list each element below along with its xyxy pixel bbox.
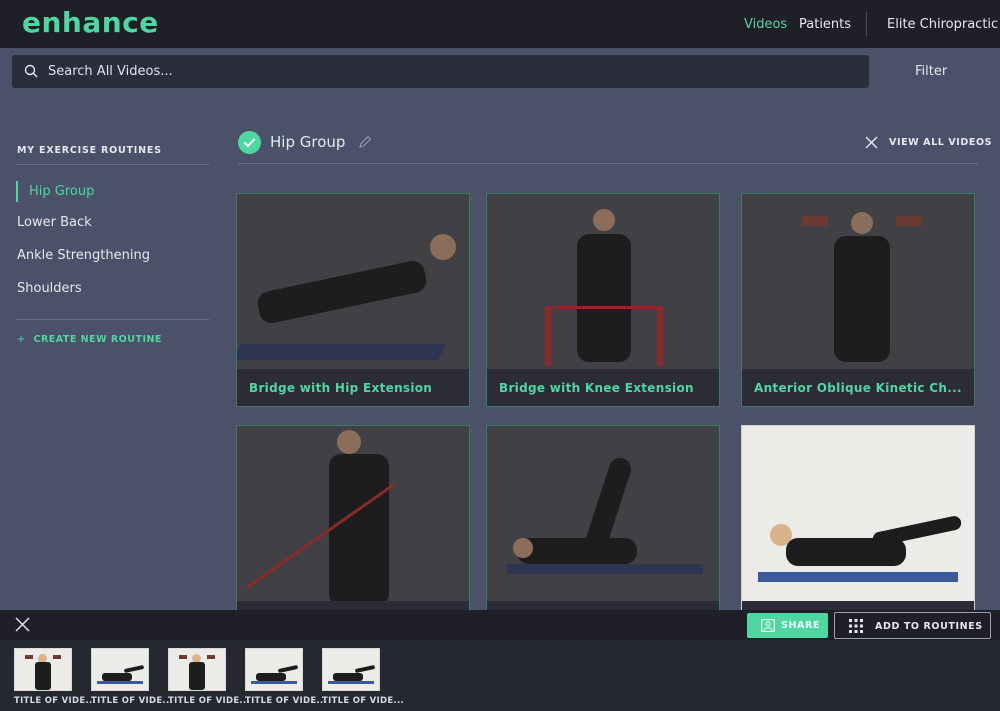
sidebar-item-ankle-strengthening[interactable]: Ankle Strengthening (17, 248, 150, 263)
video-title: Bridge with Knee Extension (499, 381, 694, 395)
video-card[interactable] (741, 425, 975, 639)
video-caption: Anterior Oblique Kinetic Ch... (742, 369, 974, 406)
pencil-icon[interactable] (358, 135, 372, 149)
video-thumbnail (487, 426, 719, 601)
share-icon (761, 619, 775, 632)
search-input[interactable] (40, 60, 656, 82)
share-label: SHARE (781, 620, 820, 631)
tray-item[interactable]: TITLE OF VIDE... (168, 648, 251, 706)
close-icon[interactable] (865, 136, 878, 149)
tray-thumbnail (14, 648, 72, 691)
video-caption: Bridge with Knee Extension (487, 369, 719, 406)
tray-item-label: TITLE OF VIDE... (245, 696, 328, 706)
tray-item[interactable]: TITLE OF VIDE... (322, 648, 405, 706)
video-thumbnail (742, 426, 974, 601)
add-to-routines-label: ADD TO ROUTINES (875, 621, 983, 632)
plus-icon: + (17, 334, 26, 345)
tray-thumbnail (168, 648, 226, 691)
filter-button[interactable]: Filter (915, 64, 947, 79)
video-card[interactable] (486, 425, 720, 639)
nav-videos[interactable]: Videos (744, 17, 787, 32)
active-indicator (16, 181, 18, 202)
sidebar-title: MY EXERCISE ROUTINES (17, 145, 162, 156)
video-card[interactable]: Bridge with Hip Extension (236, 193, 470, 407)
divider (16, 319, 209, 320)
tray-thumbnail (91, 648, 149, 691)
sidebar-item-lower-back[interactable]: Lower Back (17, 215, 92, 230)
video-title: Bridge with Hip Extension (249, 381, 433, 395)
nav-practice[interactable]: Elite Chiropractic (887, 17, 998, 32)
grid-icon (849, 619, 863, 633)
tray-thumbnail (322, 648, 380, 691)
add-to-routines-button[interactable]: ADD TO ROUTINES (834, 612, 991, 639)
video-card[interactable]: Anterior Oblique Kinetic Ch... (741, 193, 975, 407)
sidebar-item-hip-group[interactable]: Hip Group (29, 184, 94, 199)
tray-item[interactable]: TITLE OF VIDE... (245, 648, 328, 706)
tray-item-label: TITLE OF VIDE... (14, 696, 97, 706)
nav-patients[interactable]: Patients (799, 17, 851, 32)
video-card[interactable]: Bridge with Knee Extension (486, 193, 720, 407)
create-routine-button[interactable]: + CREATE NEW ROUTINE (17, 334, 162, 345)
share-button[interactable]: SHARE (747, 613, 828, 638)
video-thumbnail (237, 194, 469, 369)
tray-item-label: TITLE OF VIDE... (322, 696, 405, 706)
check-icon (238, 131, 261, 154)
divider (16, 164, 209, 165)
video-card[interactable] (236, 425, 470, 639)
view-all-videos-link[interactable]: VIEW ALL VIDEOS (889, 137, 992, 148)
tray-item[interactable]: TITLE OF VIDE... (91, 648, 174, 706)
nav-divider (866, 12, 867, 36)
divider (238, 163, 978, 164)
sidebar-item-shoulders[interactable]: Shoulders (17, 281, 82, 296)
video-thumbnail (237, 426, 469, 606)
tray-item-label: TITLE OF VIDE... (168, 696, 251, 706)
tray-item-label: TITLE OF VIDE... (91, 696, 174, 706)
video-title: Anterior Oblique Kinetic Ch... (754, 381, 962, 395)
group-title: Hip Group (270, 133, 346, 151)
tray-thumbnail (245, 648, 303, 691)
tray-item[interactable]: TITLE OF VIDE... (14, 648, 97, 706)
video-thumbnail (487, 194, 719, 369)
video-thumbnail (742, 194, 974, 369)
search-icon (24, 64, 38, 78)
video-caption: Bridge with Hip Extension (237, 369, 469, 406)
app-logo[interactable]: enhance (22, 6, 159, 39)
close-icon[interactable] (15, 617, 30, 632)
create-routine-label: CREATE NEW ROUTINE (33, 334, 162, 345)
